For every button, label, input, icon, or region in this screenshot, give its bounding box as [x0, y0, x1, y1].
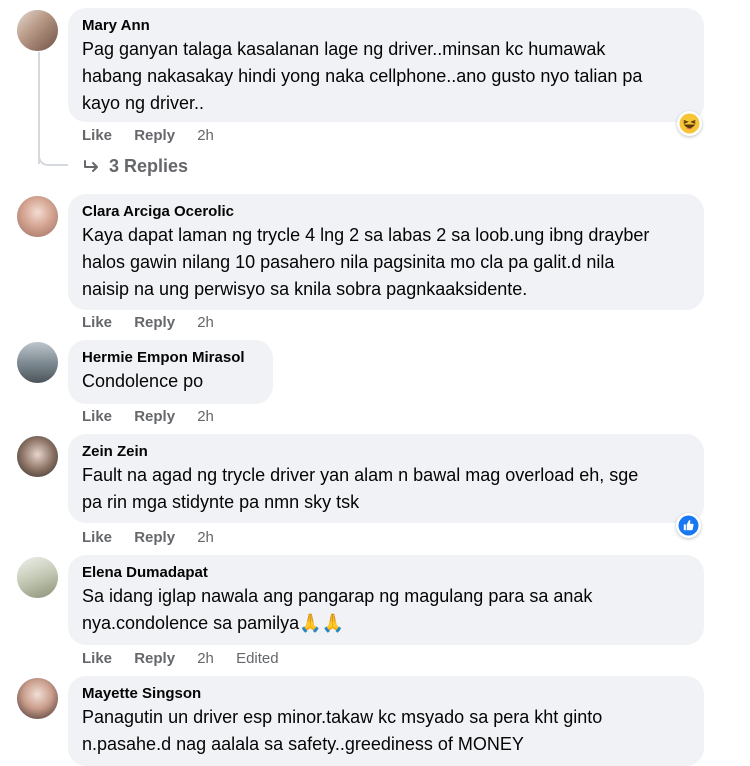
view-replies[interactable]: 3 Replies — [83, 156, 188, 177]
edited-label: Edited — [236, 650, 279, 667]
comment-actions: Like Reply 2h Edited — [82, 650, 279, 668]
thread-line — [38, 52, 40, 164]
like-link[interactable]: Like — [82, 650, 112, 667]
avatar[interactable] — [17, 342, 58, 383]
avatar[interactable] — [17, 436, 58, 477]
avatar[interactable] — [17, 678, 58, 719]
avatar[interactable] — [17, 10, 58, 51]
timestamp[interactable]: 2h — [197, 314, 214, 331]
comment-actions: Like Reply 2h — [82, 408, 232, 426]
comment-bubble: Zein Zein Fault na agad ng trycle driver… — [68, 434, 704, 523]
comment-text: Kaya dapat laman ng trycle 4 lng 2 sa la… — [82, 225, 650, 299]
replies-count[interactable]: 3 Replies — [109, 156, 188, 177]
avatar[interactable] — [17, 196, 58, 237]
reply-link[interactable]: Reply — [134, 408, 175, 425]
thread-curve — [38, 150, 68, 166]
timestamp[interactable]: 2h — [197, 529, 214, 546]
comment-text: Pag ganyan talaga kasalanan lage ng driv… — [82, 39, 643, 113]
comment-text: Panagutin un driver esp minor.takaw kc m… — [82, 707, 603, 754]
like-link[interactable]: Like — [82, 529, 112, 546]
comment-bubble: Clara Arciga Ocerolic Kaya dapat laman n… — [68, 194, 704, 310]
like-reaction[interactable] — [676, 513, 701, 538]
comment-actions: Like Reply 2h — [82, 127, 232, 145]
comment-actions: Like Reply 2h — [82, 314, 232, 332]
comment-bubble: Elena Dumadapat Sa idang iglap nawala an… — [68, 555, 704, 645]
like-link[interactable]: Like — [82, 408, 112, 425]
like-link[interactable]: Like — [82, 127, 112, 144]
reply-arrow-icon — [84, 159, 98, 172]
comment-bubble: Hermie Empon Mirasol Condolence po — [68, 340, 273, 404]
commenter-name[interactable]: Clara Arciga Ocerolic — [82, 202, 690, 222]
like-link[interactable]: Like — [82, 314, 112, 331]
comment-text: Fault na agad ng trycle driver yan alam … — [82, 465, 639, 512]
like-icon — [678, 515, 699, 536]
commenter-name[interactable]: Elena Dumadapat — [82, 563, 690, 583]
haha-icon — [679, 113, 700, 134]
avatar[interactable] — [17, 557, 58, 598]
comment-text: Sa idang iglap nawala ang pangarap ng ma… — [82, 586, 593, 633]
reply-link[interactable]: Reply — [134, 529, 175, 546]
reply-link[interactable]: Reply — [134, 650, 175, 667]
comment-bubble: Mayette Singson Panagutin un driver esp … — [68, 676, 704, 766]
comment-bubble: Mary Ann Pag ganyan talaga kasalanan lag… — [68, 8, 704, 122]
reply-link[interactable]: Reply — [134, 127, 175, 144]
timestamp[interactable]: 2h — [197, 408, 214, 425]
comment-actions: Like Reply 2h — [82, 529, 232, 547]
reply-link[interactable]: Reply — [134, 314, 175, 331]
timestamp[interactable]: 2h — [197, 650, 214, 667]
haha-reaction[interactable] — [677, 111, 702, 136]
comment-text: Condolence po — [82, 371, 204, 391]
timestamp[interactable]: 2h — [197, 127, 214, 144]
commenter-name[interactable]: Zein Zein — [82, 442, 690, 462]
commenter-name[interactable]: Mayette Singson — [82, 684, 690, 704]
commenter-name[interactable]: Mary Ann — [82, 16, 690, 36]
commenter-name[interactable]: Hermie Empon Mirasol — [82, 348, 259, 368]
